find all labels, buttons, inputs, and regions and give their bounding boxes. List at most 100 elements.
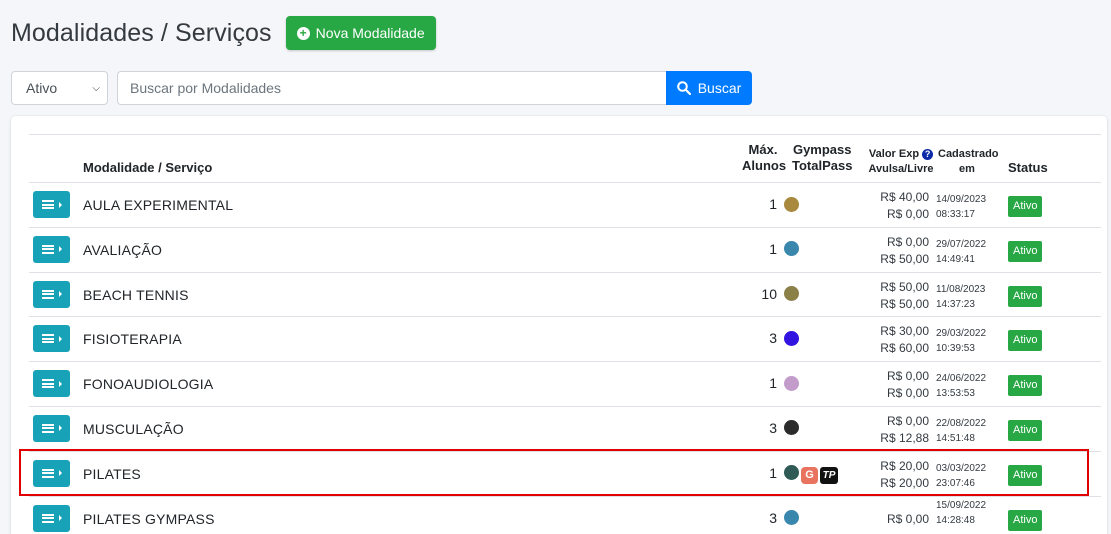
table-row: FISIOTERAPIA 3 R$ 30,00 R$ 60,00 29/03/2022 1… [29,317,1101,363]
color-dot [784,286,799,302]
modality-name: BEACH TENNIS [83,286,189,303]
help-icon[interactable]: ? [922,149,934,160]
created-time: 14:28:48 [936,514,975,526]
max-students-value: 1 [769,196,777,212]
created-date: 11/08/2023 [936,283,986,295]
price-experimental: R$ 0,00 [886,234,929,249]
row-menu-button[interactable] [33,414,70,442]
created-time: 23:07:46 [936,477,975,489]
header-max: Máx. Alunos [742,142,787,173]
table-row: MUSCULAÇÃO 3 R$ 0,00 R$ 12,88 22/08/2022 14:5… [29,407,1101,452]
search-input[interactable]: Buscar por Modalidades [117,71,666,105]
menu-icon [41,513,54,523]
table-row: BEACH TENNIS 10 R$ 50,00 R$ 50,00 11/08/2023… [29,273,1101,318]
created-time: 14:49:41 [936,253,975,265]
modalities-table: Modalidade / Serviço Máx. Alunos Gympass T… [29,134,1101,534]
color-dot [784,375,799,391]
header-valor: Valor Exp? Avulsa/Livre [868,148,934,175]
created-date: 15/09/2022 [936,499,987,511]
price-avulsa: R$ 50,00 [880,251,929,266]
status-select-value: Ativo [26,80,58,96]
header-cadastrado: Cadastrado em [938,148,999,175]
color-dot [784,420,799,436]
created-at: 22/08/2022 14:51:48 [936,416,986,446]
menu-icon [41,289,54,299]
status-badge: Ativo [1008,330,1043,352]
prices: R$ 0,00 R$ 0,00 [887,368,929,402]
created-at: 24/06/2022 13:53:53 [936,371,986,401]
search-button-label: Buscar [697,80,742,96]
color-dot [784,510,799,526]
price-experimental: R$ 40,00 [880,190,929,204]
search-button[interactable]: Buscar [666,71,752,105]
price-experimental: R$ 50,00 [880,279,929,294]
created-at: 14/09/2023 08:33:17 [936,192,986,222]
caret-right-icon [58,470,62,477]
caret-right-icon [58,201,62,208]
modality-name: PILATES GYMPASS [83,510,215,527]
search-icon [676,81,691,95]
max-students: 3 [769,510,799,526]
created-time: 13:53:53 [936,388,975,400]
prices: R$ 30,00 R$ 60,00 [880,323,929,357]
created-at: 29/03/2022 10:39:53 [936,326,986,356]
color-dot [784,330,799,346]
max-students-value: 1 [769,464,777,481]
filter-row: Ativo ⌵ Buscar por Modalidades Buscar [11,71,752,105]
max-students-value: 3 [769,419,777,436]
status-badge: Ativo [1008,464,1043,486]
modality-name: FONOAUDIOLOGIA [83,376,214,393]
max-students: 3 [769,330,799,346]
max-students-value: 10 [761,285,777,302]
price-avulsa: R$ 60,00 [880,341,929,356]
header-gympass: Gympass TotalPass [792,142,853,173]
created-time: 14:37:23 [936,298,975,310]
row-menu-button[interactable] [33,325,70,353]
created-time: 08:33:17 [936,209,975,220]
max-students-value: 3 [769,330,777,347]
row-menu-button[interactable] [33,459,70,487]
row-menu-button[interactable] [33,191,70,218]
status-badge: Ativo [1008,509,1043,531]
row-menu-button[interactable] [33,235,70,263]
price-experimental: R$ 20,00 [880,458,929,473]
created-time: 10:39:53 [936,343,975,355]
caret-right-icon [58,291,62,298]
modality-name: FISIOTERAPIA [83,331,182,348]
status-badge: Ativo [1008,375,1043,397]
max-students: 1 [769,196,799,212]
created-at: 11/08/2023 14:37:23 [936,282,985,312]
max-students-value: 3 [769,509,777,526]
caret-right-icon [58,380,62,387]
price-experimental: R$ 0,00 [886,413,929,428]
caret-right-icon [58,515,62,522]
row-menu-button[interactable] [33,504,70,532]
table-row: PILATES GYMPASS 3 R$ 0,00 15/09/2022 14:28:4… [29,497,1101,534]
table-row: PILATES 1 G TP R$ 20,00 R$ 20,00 03/03/2022 23:… [29,452,1101,497]
status-select[interactable]: Ativo ⌵ [11,71,108,105]
prices: R$ 40,00 R$ 0,00 [880,189,929,223]
caret-right-icon [58,335,62,342]
table-row: FONOAUDIOLOGIA 1 R$ 0,00 R$ 0,00 24/06/2022 1… [29,362,1101,407]
modalities-card: Modalidade / Serviço Máx. Alunos Gympass T… [11,116,1107,534]
created-date: 22/08/2022 [936,417,987,429]
new-modality-button[interactable]: + Nova Modalidade [285,16,436,50]
created-at: 15/09/2022 14:28:48 [936,498,986,528]
status-badge: Ativo [1008,240,1043,262]
search-placeholder: Buscar por Modalidades [130,80,281,96]
status-badge: Ativo [1008,285,1043,307]
gympass-totalpass: G TP [801,466,838,484]
status-badge: Ativo [1008,196,1043,217]
caret-right-icon [58,425,62,432]
page-title: Modalidades / Serviços [11,18,272,47]
row-menu-button[interactable] [33,370,70,398]
modality-name: PILATES [83,465,141,482]
table-body: AULA EXPERIMENTAL 1 R$ 40,00 R$ 0,00 14/09/2… [29,183,1101,534]
menu-icon [41,468,54,478]
max-students: 1 [769,375,799,391]
status-badge: Ativo [1008,419,1043,441]
created-date: 03/03/2022 [936,462,987,474]
price-experimental: R$ 0,00 [886,369,929,384]
plus-circle-icon: + [296,26,310,40]
row-menu-button[interactable] [33,280,70,308]
